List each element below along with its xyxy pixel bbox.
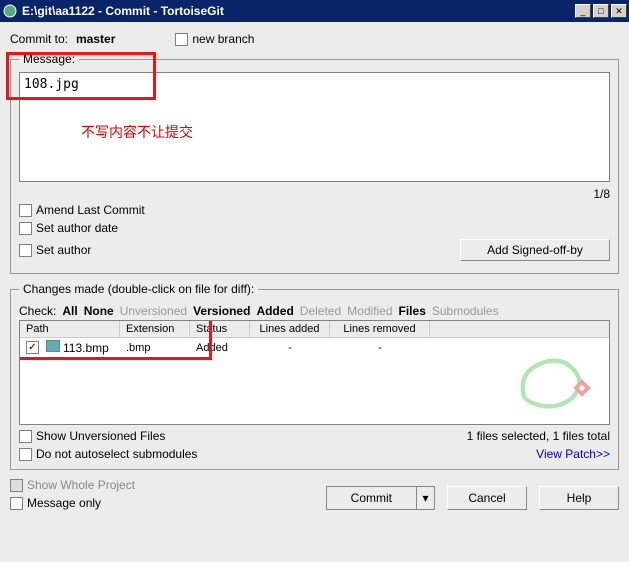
set-date-checkbox[interactable]: Set author date (19, 221, 118, 235)
commit-to-label: Commit to: (10, 32, 68, 46)
file-added: - (250, 340, 330, 356)
row-checkbox[interactable] (26, 341, 39, 354)
help-button[interactable]: Help (539, 486, 619, 510)
filter-deleted[interactable]: Deleted (300, 304, 341, 318)
commit-dropdown-icon[interactable]: ▾ (417, 486, 435, 510)
char-counter: 1/8 (19, 187, 610, 201)
no-autoselect-checkbox[interactable]: Do not autoselect submodules (19, 447, 197, 461)
branch-name: master (76, 32, 115, 46)
col-status[interactable]: Status (190, 321, 250, 337)
col-extension[interactable]: Extension (120, 321, 190, 337)
cancel-button[interactable]: Cancel (447, 486, 527, 510)
filter-modified[interactable]: Modified (347, 304, 392, 318)
message-only-checkbox[interactable]: Message only (10, 496, 135, 510)
file-icon (46, 340, 60, 355)
set-date-label: Set author date (36, 221, 118, 235)
changes-fieldset: Changes made (double-click on file for d… (10, 282, 619, 470)
message-input[interactable] (19, 72, 610, 182)
col-lines-added[interactable]: Lines added (250, 321, 330, 337)
selection-summary: 1 files selected, 1 files total (467, 429, 610, 443)
file-path: 113.bmp (63, 341, 109, 355)
message-legend: Message: (19, 52, 79, 66)
show-unversioned-checkbox[interactable]: Show Unversioned Files (19, 429, 165, 443)
changes-legend: Changes made (double-click on file for d… (19, 282, 258, 296)
amend-label: Amend Last Commit (36, 203, 145, 217)
show-whole-label: Show Whole Project (27, 478, 135, 492)
amend-checkbox[interactable]: Amend Last Commit (19, 203, 145, 217)
file-ext: .bmp (120, 340, 190, 356)
message-fieldset: Message: 不写内容不让提交 1/8 Amend Last Commit … (10, 52, 619, 274)
filter-added[interactable]: Added (256, 304, 293, 318)
set-author-label: Set author (36, 243, 91, 257)
col-lines-removed[interactable]: Lines removed (330, 321, 430, 337)
new-branch-label: new branch (192, 32, 254, 46)
filter-all[interactable]: All (62, 304, 77, 318)
col-path[interactable]: Path (20, 321, 120, 337)
set-author-checkbox[interactable]: Set author (19, 243, 91, 257)
maximize-button[interactable]: □ (593, 4, 609, 18)
tortoisegit-watermark-icon (509, 346, 599, 419)
file-removed: - (330, 340, 430, 356)
show-whole-project-checkbox: Show Whole Project (10, 478, 135, 492)
app-icon (2, 3, 18, 19)
no-autoselect-label: Do not autoselect submodules (36, 447, 197, 461)
signoff-button[interactable]: Add Signed-off-by (460, 239, 610, 261)
titlebar: E:\git\aa1122 - Commit - TortoiseGit _ □… (0, 0, 629, 22)
table-header: Path Extension Status Lines added Lines … (20, 321, 609, 338)
file-status: Added (190, 340, 250, 356)
filter-none[interactable]: None (84, 304, 114, 318)
message-only-label: Message only (27, 496, 101, 510)
view-patch-link[interactable]: View Patch>> (536, 447, 610, 461)
show-unversioned-label: Show Unversioned Files (36, 429, 165, 443)
filter-unversioned[interactable]: Unversioned (120, 304, 187, 318)
filter-versioned[interactable]: Versioned (193, 304, 250, 318)
filter-row: Check: All None Unversioned Versioned Ad… (19, 304, 610, 318)
commit-button[interactable]: Commit ▾ (326, 486, 435, 510)
window-title: E:\git\aa1122 - Commit - TortoiseGit (22, 4, 573, 18)
filter-submodules[interactable]: Submodules (432, 304, 499, 318)
check-label: Check: (19, 304, 56, 318)
commit-button-main[interactable]: Commit (326, 486, 417, 510)
new-branch-checkbox[interactable]: new branch (175, 32, 254, 46)
file-table[interactable]: Path Extension Status Lines added Lines … (19, 320, 610, 425)
close-button[interactable]: ✕ (611, 4, 627, 18)
filter-files[interactable]: Files (399, 304, 426, 318)
minimize-button[interactable]: _ (575, 4, 591, 18)
